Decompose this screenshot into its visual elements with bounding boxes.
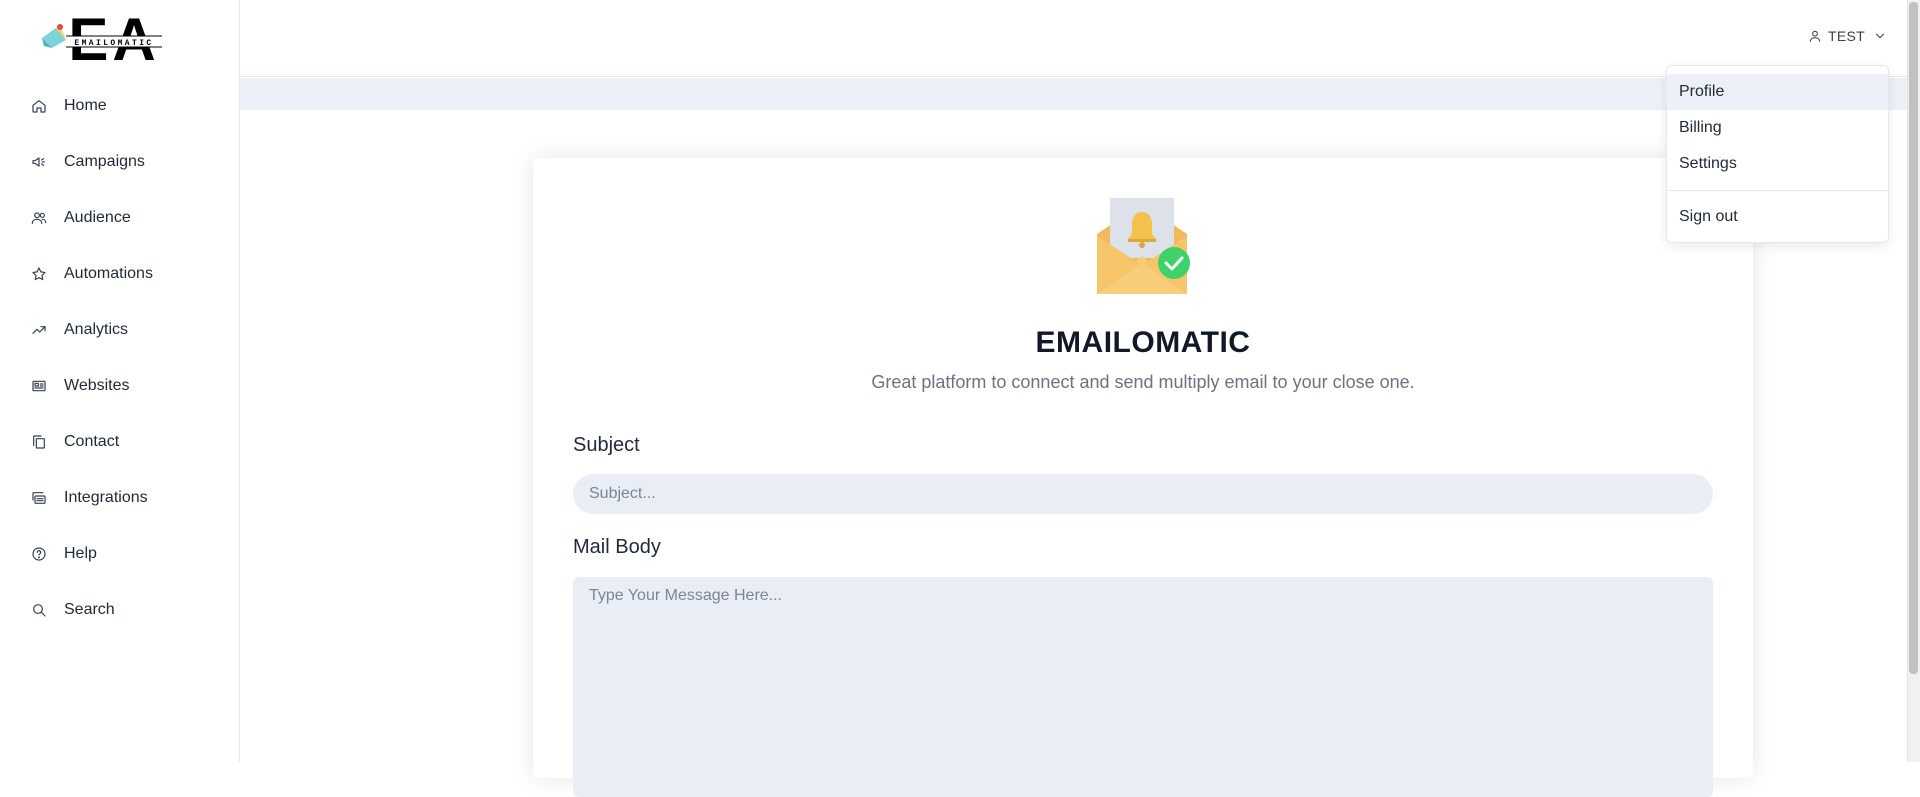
menu-item-sign-out[interactable]: Sign out	[1667, 199, 1888, 235]
menu-item-profile[interactable]: Profile	[1667, 74, 1888, 110]
sidebar-item-automations[interactable]: Automations	[0, 246, 239, 302]
mail-body-textarea[interactable]	[573, 577, 1713, 797]
home-icon	[30, 97, 48, 115]
sidebar-item-campaigns[interactable]: Campaigns	[0, 134, 239, 190]
users-icon	[30, 209, 48, 227]
help-circle-icon	[30, 545, 48, 563]
user-dropdown-menu: Profile Billing Settings Sign out	[1666, 65, 1889, 243]
sidebar: EA EMAILOMATIC Home Campaigns Audience A…	[0, 0, 240, 762]
compose-card: EMAILOMATIC Great platform to connect an…	[533, 158, 1753, 797]
emailomatic-logo[interactable]: EA EMAILOMATIC	[40, 6, 170, 70]
mail-body-label: Mail Body	[573, 536, 661, 558]
scrollbar-thumb[interactable]	[1909, 2, 1918, 674]
search-icon	[30, 601, 48, 619]
top-bar: TEST	[240, 0, 1907, 77]
sidebar-item-label: Campaigns	[64, 153, 145, 170]
sidebar-item-integrations[interactable]: Integrations	[0, 470, 239, 526]
menu-item-billing[interactable]: Billing	[1667, 110, 1888, 146]
sidebar-item-label: Search	[64, 601, 115, 618]
menu-divider	[1667, 190, 1888, 191]
newspaper-icon	[30, 377, 48, 395]
mail-notification-icon	[1097, 198, 1190, 294]
sidebar-item-analytics[interactable]: Analytics	[0, 302, 239, 358]
sidebar-item-label: Help	[64, 545, 97, 562]
user-icon	[1809, 30, 1821, 42]
trending-up-icon	[30, 321, 48, 339]
megaphone-icon	[30, 153, 48, 171]
sidebar-item-label: Integrations	[64, 489, 148, 506]
header-strip	[240, 78, 1907, 110]
user-menu-button[interactable]: TEST	[1808, 28, 1887, 44]
sidebar-item-help[interactable]: Help	[0, 526, 239, 582]
sidebar-item-label: Audience	[64, 209, 131, 226]
copy-icon	[30, 433, 48, 451]
user-name: TEST	[1828, 28, 1865, 44]
star-icon	[30, 265, 48, 283]
chevron-down-icon	[1875, 33, 1885, 39]
sidebar-item-label: Automations	[64, 265, 153, 282]
sidebar-item-home[interactable]: Home	[0, 78, 239, 134]
page-title: EMAILOMATIC	[1035, 326, 1251, 359]
sidebar-item-label: Home	[64, 97, 107, 114]
stack-icon	[30, 489, 48, 507]
sidebar-item-audience[interactable]: Audience	[0, 190, 239, 246]
svg-text:EMAILOMATIC: EMAILOMATIC	[74, 39, 153, 48]
subject-input[interactable]	[573, 474, 1713, 514]
sidebar-item-search[interactable]: Search	[0, 582, 239, 638]
page-subtitle: Great platform to connect and send multi…	[871, 372, 1415, 392]
sidebar-item-label: Websites	[64, 377, 130, 394]
menu-item-settings[interactable]: Settings	[1667, 146, 1888, 182]
sidebar-item-label: Analytics	[64, 321, 129, 338]
sidebar-item-websites[interactable]: Websites	[0, 358, 239, 414]
sidebar-nav: Home Campaigns Audience Automations Anal…	[0, 78, 239, 638]
sidebar-item-contact[interactable]: Contact	[0, 414, 239, 470]
sidebar-item-label: Contact	[64, 433, 120, 450]
subject-label: Subject	[573, 434, 640, 456]
